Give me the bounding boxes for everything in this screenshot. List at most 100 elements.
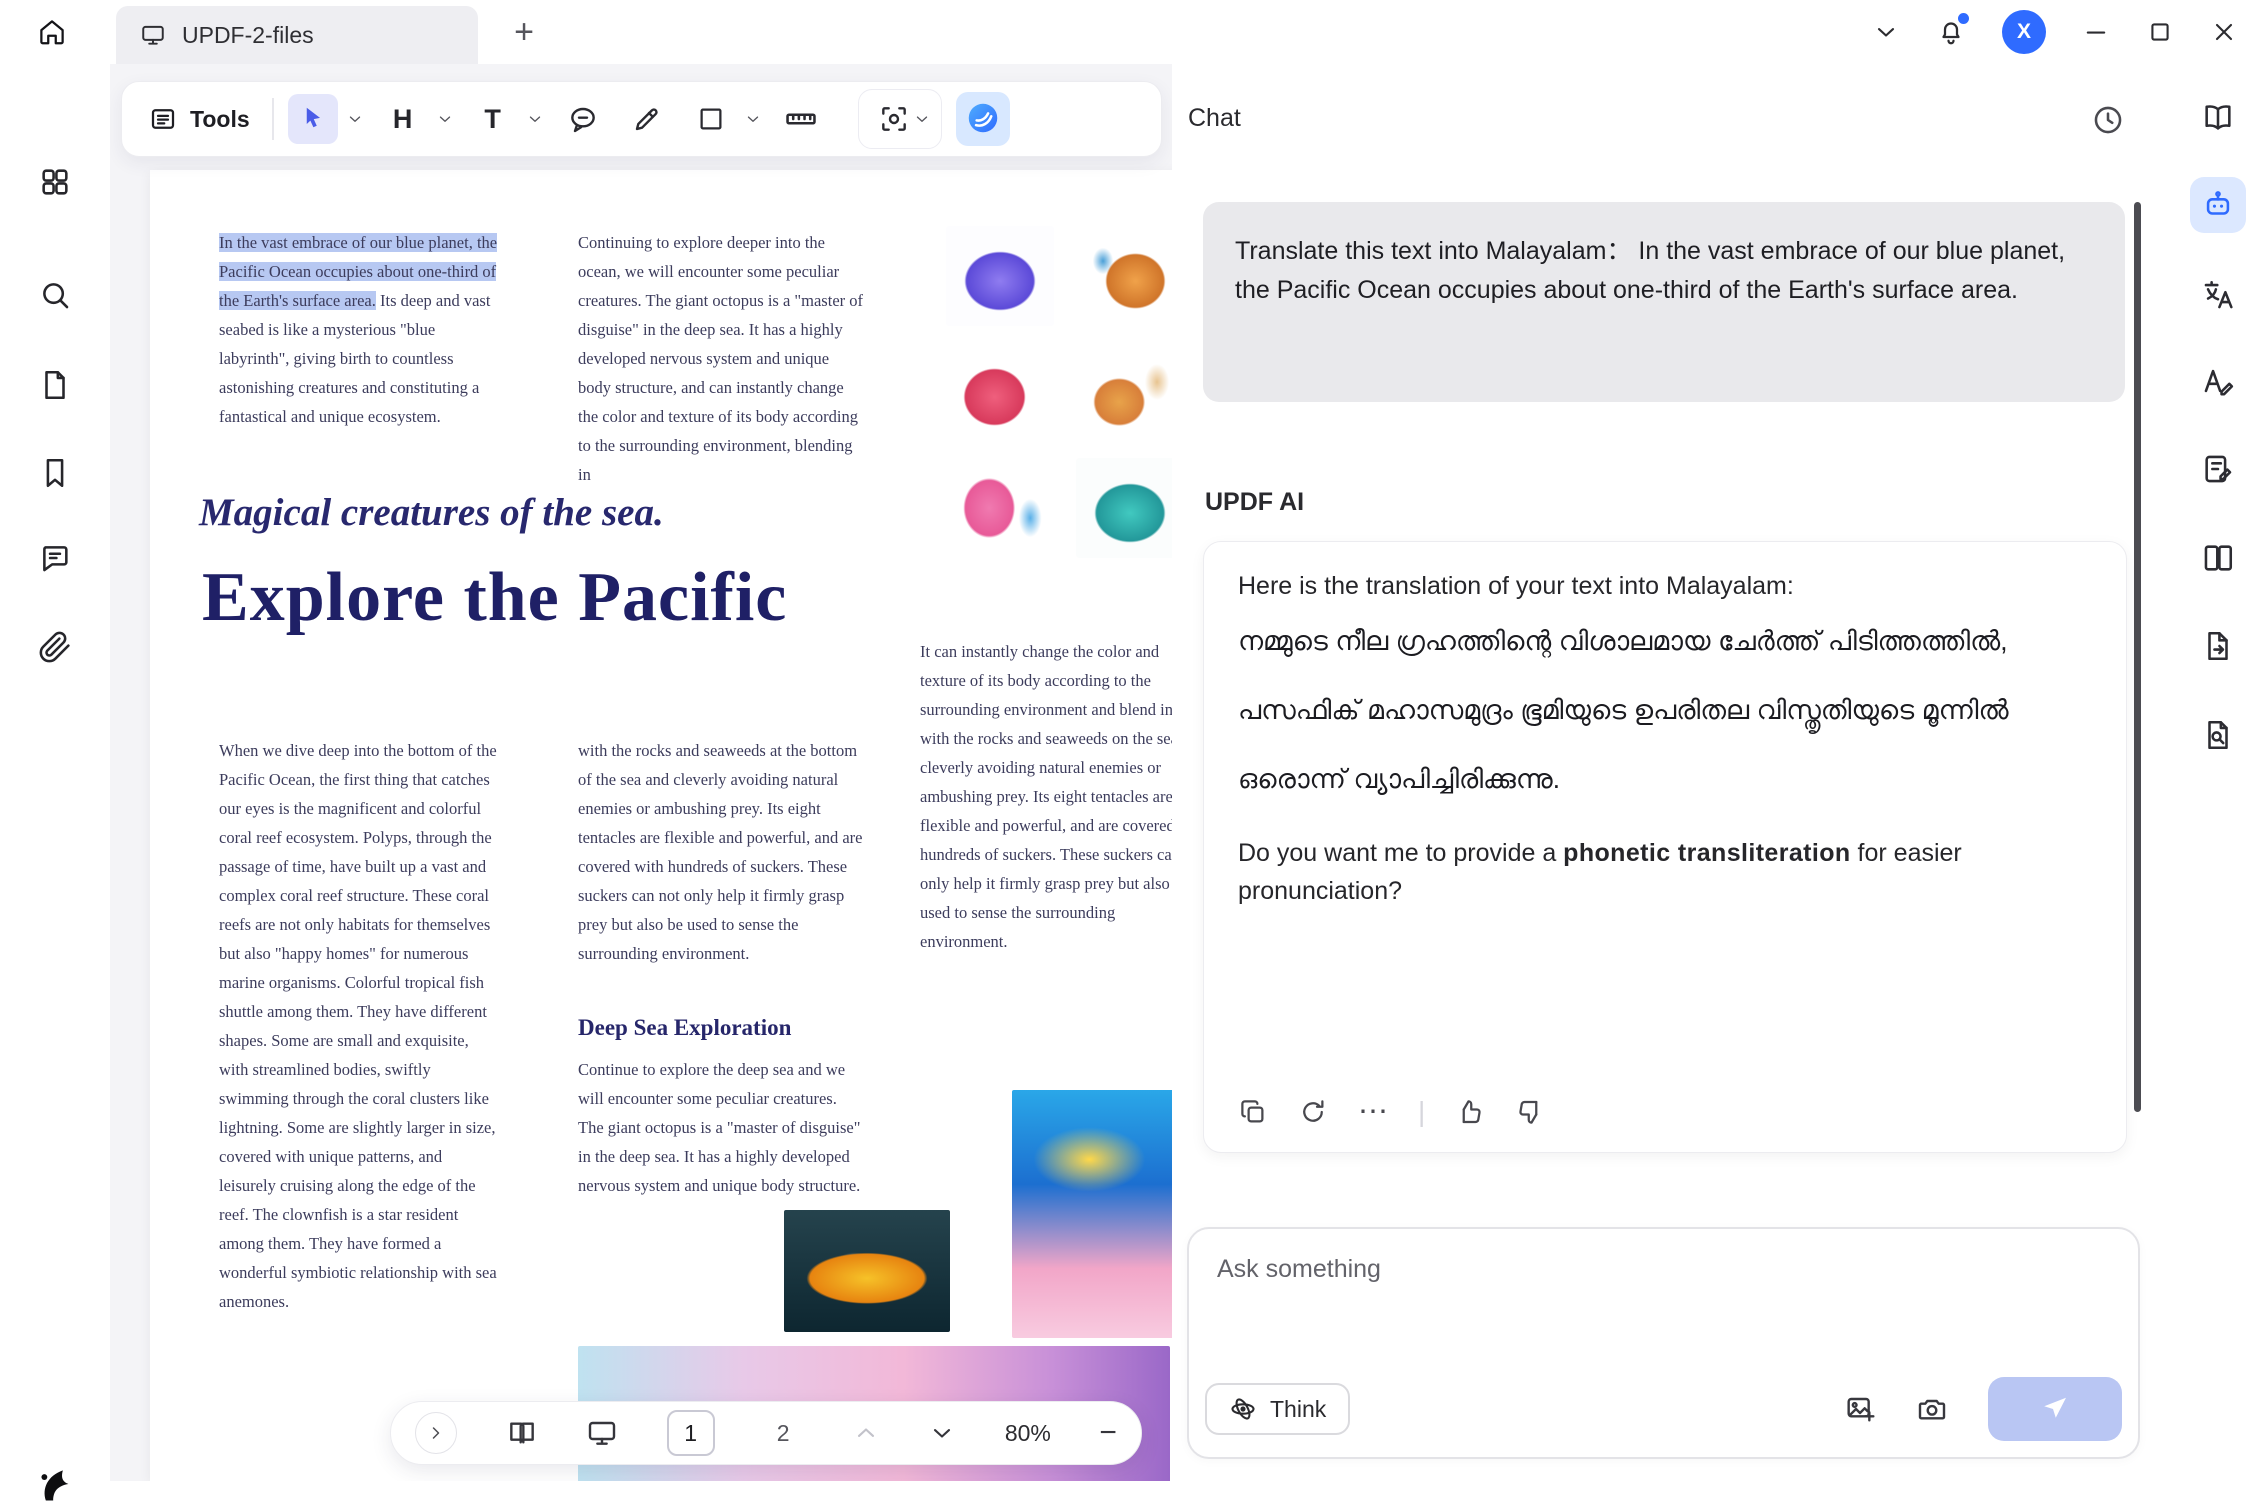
chat-panel-title: Chat xyxy=(1188,104,1241,133)
screenshot-capture-button[interactable] xyxy=(1916,1393,1948,1425)
pen-icon xyxy=(631,103,663,135)
notifications-button[interactable] xyxy=(1936,17,1966,47)
text-tool-chevron[interactable] xyxy=(526,110,544,128)
search-icon xyxy=(38,278,72,312)
actions-divider: | xyxy=(1418,1096,1425,1128)
titlebar-right: X xyxy=(1872,0,2238,64)
ai-question-prefix: Do you want me to provide a xyxy=(1238,839,1563,867)
collapse-chevron-button[interactable] xyxy=(1872,18,1900,46)
camera-icon xyxy=(1916,1393,1948,1425)
sidebar-item-ai-assistant[interactable] xyxy=(2190,177,2246,233)
chat-input-field[interactable] xyxy=(1217,1255,2110,1351)
window-minimize-button[interactable] xyxy=(2082,18,2110,46)
select-tool-chevron[interactable] xyxy=(346,110,364,128)
sidebar-item-form-filler[interactable] xyxy=(2190,441,2246,497)
more-actions-button[interactable]: ⋯ xyxy=(1358,1097,1388,1127)
ai-question-bold: phonetic transliteration xyxy=(1563,839,1850,867)
sidebar-item-page-view[interactable] xyxy=(2190,530,2246,586)
coral-image-red-fan xyxy=(946,342,1054,442)
home-icon xyxy=(37,17,67,47)
sidebar-item-comments[interactable] xyxy=(33,536,77,580)
image-add-icon xyxy=(1844,1393,1876,1425)
sidebar-item-bookmarks[interactable] xyxy=(33,451,77,495)
tools-icon xyxy=(148,104,178,134)
doc-col1-intro-rest: Its deep and vast seabed is like a myste… xyxy=(219,291,490,426)
updf-logo xyxy=(33,1462,77,1506)
copy-icon xyxy=(1238,1097,1268,1127)
ai-assistant-tool-button[interactable] xyxy=(956,92,1010,146)
expand-nav-button[interactable] xyxy=(415,1412,457,1454)
avatar-letter: X xyxy=(2017,20,2031,44)
previous-page-button[interactable] xyxy=(852,1419,880,1447)
user-avatar[interactable]: X xyxy=(2002,10,2046,54)
think-mode-button[interactable]: Think xyxy=(1205,1383,1350,1435)
doc-deep-sea-heading: Deep Sea Exploration xyxy=(578,1015,791,1041)
document-icon xyxy=(38,368,72,402)
two-pages-icon xyxy=(2201,541,2235,575)
text-tool-button[interactable]: T xyxy=(468,94,518,144)
clownfish-photo xyxy=(784,1210,950,1332)
sidebar-item-reader[interactable] xyxy=(2190,89,2246,145)
paperclip-icon xyxy=(38,630,72,664)
coral-image-tan-cluster xyxy=(1076,342,1172,442)
doc-col2-mid: with the rocks and seaweeds at the botto… xyxy=(578,736,864,968)
sidebar-item-attachments[interactable] xyxy=(33,625,77,669)
shape-tool-chevron[interactable] xyxy=(744,110,762,128)
chat-input-actions: Think xyxy=(1205,1377,2122,1441)
pdf-toolbar: Tools H T xyxy=(121,81,1162,157)
screenshot-tool-chevron[interactable] xyxy=(913,110,931,128)
thumbs-up-button[interactable] xyxy=(1455,1097,1485,1127)
cursor-icon xyxy=(298,103,328,136)
attach-image-button[interactable] xyxy=(1844,1393,1876,1425)
doc-col1-intro: In the vast embrace of our blue planet, … xyxy=(219,228,501,431)
reading-mode-button[interactable] xyxy=(586,1417,618,1449)
sidebar-item-doc-search[interactable] xyxy=(2190,707,2246,763)
screenshot-tool-button[interactable] xyxy=(869,94,919,144)
page-layout-button[interactable] xyxy=(506,1417,538,1449)
window-close-button[interactable] xyxy=(2210,18,2238,46)
chat-history-button[interactable] xyxy=(2088,100,2128,140)
user-message-bubble: Translate this text into Malayalam： In t… xyxy=(1203,202,2125,402)
next-page-number[interactable]: 2 xyxy=(763,1420,803,1447)
sidebar-item-search[interactable] xyxy=(33,273,77,317)
heading-tool-chevron[interactable] xyxy=(436,110,454,128)
home-button[interactable] xyxy=(30,10,74,54)
tools-button[interactable]: Tools xyxy=(140,104,258,134)
sidebar-item-pages[interactable] xyxy=(33,363,77,407)
book-open-icon xyxy=(506,1417,538,1449)
ruler-icon xyxy=(784,102,818,136)
thumbs-down-button[interactable] xyxy=(1515,1097,1545,1127)
select-tool-button[interactable] xyxy=(288,94,338,144)
document-tab[interactable]: UPDF-2-files xyxy=(116,6,478,64)
zoom-level-button[interactable]: 80% xyxy=(1005,1420,1051,1447)
ai-sparkle-icon xyxy=(964,99,1002,140)
copy-button[interactable] xyxy=(1238,1097,1268,1127)
doc-col3: It can instantly change the color and te… xyxy=(920,637,1172,956)
think-label: Think xyxy=(1270,1396,1326,1423)
new-tab-button[interactable]: + xyxy=(500,8,548,56)
sidebar-item-export[interactable] xyxy=(2190,618,2246,674)
history-clock-icon xyxy=(2091,103,2125,137)
zoom-out-button[interactable]: − xyxy=(1099,1416,1117,1450)
doc-title: Explore the Pacific xyxy=(202,558,787,638)
current-page-input[interactable] xyxy=(667,1410,715,1456)
measure-tool-button[interactable] xyxy=(776,94,826,144)
regenerate-button[interactable] xyxy=(1298,1097,1328,1127)
shape-tool-button[interactable] xyxy=(686,94,736,144)
coral-image-teal-tubes xyxy=(1076,458,1172,558)
chat-scrollbar[interactable] xyxy=(2134,202,2141,1112)
pen-tool-button[interactable] xyxy=(622,94,672,144)
heading-tool-button[interactable]: H xyxy=(378,94,428,144)
page-navigation-bar: 2 80% − xyxy=(390,1401,1142,1465)
sidebar-item-apps[interactable] xyxy=(33,160,77,204)
updf-app: UPDF-2-files + X Tools xyxy=(0,0,2264,1481)
comment-tool-button[interactable] xyxy=(558,94,608,144)
doc-col1-body: When we dive deep into the bottom of the… xyxy=(219,736,501,1316)
window-maximize-button[interactable] xyxy=(2146,18,2174,46)
send-message-button[interactable] xyxy=(1988,1377,2122,1441)
next-page-button[interactable] xyxy=(928,1419,956,1447)
monitor-icon xyxy=(140,22,166,48)
sidebar-item-translate[interactable] xyxy=(2190,267,2246,323)
text-glyph: T xyxy=(484,104,501,135)
sidebar-item-ai-writing[interactable] xyxy=(2190,353,2246,409)
